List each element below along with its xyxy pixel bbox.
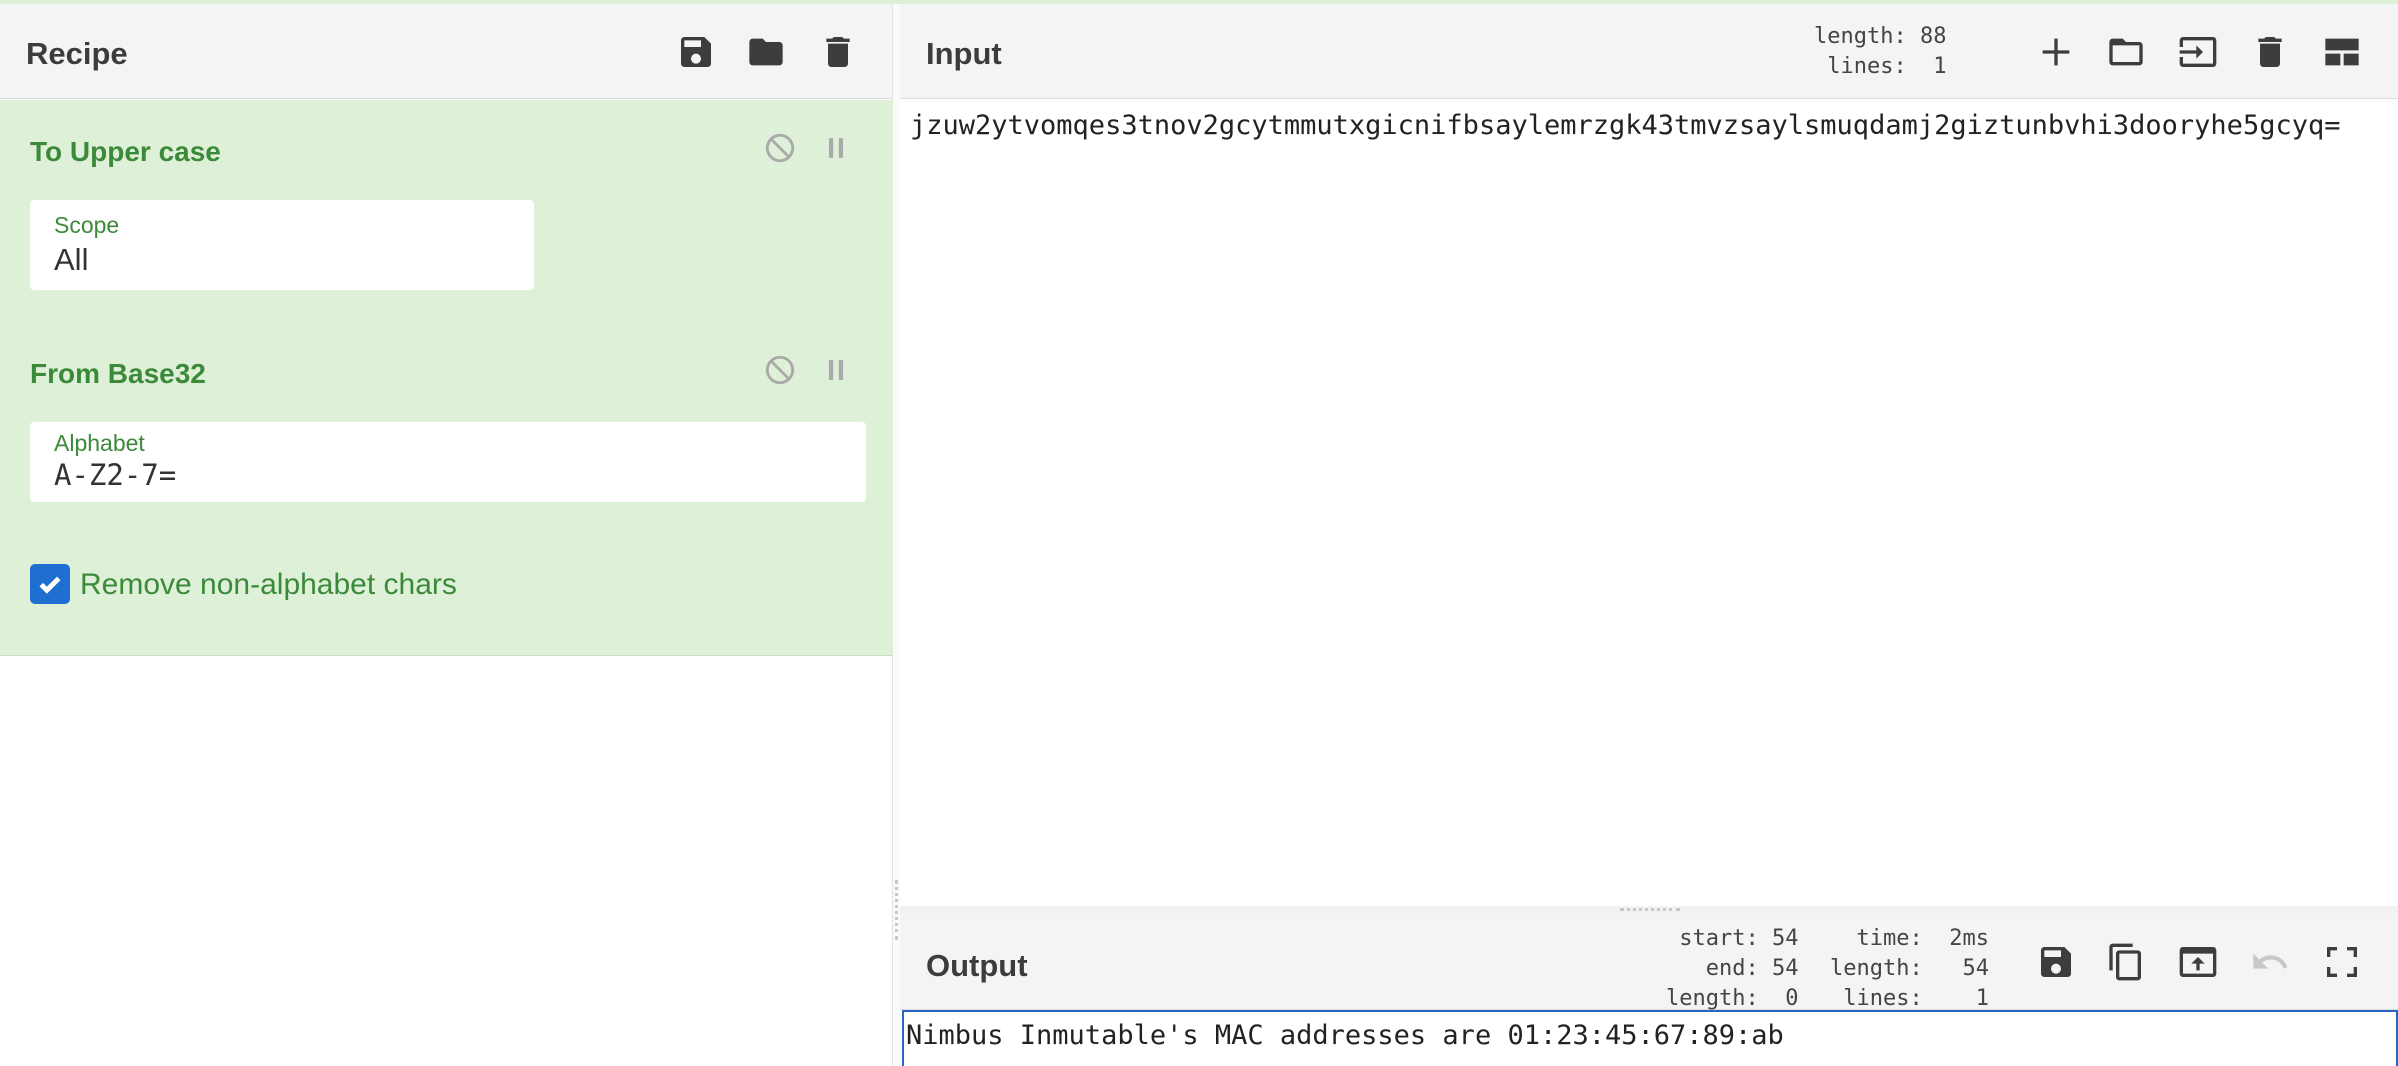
- input-panel: Input length: 88 lines: 1 jzuw2ytvomqes3…: [900, 4, 2398, 906]
- maximize-output-button[interactable]: [2316, 936, 2368, 988]
- output-position-stats: start: 54 end: 54 length: 0: [1666, 926, 1799, 1011]
- trash-icon: [826, 37, 850, 67]
- folder-icon: [749, 38, 783, 66]
- remove-non-alphabet-label[interactable]: Remove non-alphabet chars: [80, 568, 457, 602]
- disable-icon: [765, 355, 795, 385]
- layout-icon: [2325, 38, 2359, 66]
- output-info-stats: time: 2ms length: 54 lines: 1: [1830, 926, 1989, 1011]
- input-textarea[interactable]: jzuw2ytvomqes3tnov2gcytmmutxgicnifbsayle…: [910, 110, 2340, 141]
- alphabet-value: A-Z2-7=: [54, 458, 177, 492]
- save-icon: [681, 37, 711, 67]
- output-title: Output: [926, 948, 1028, 983]
- pause-icon: [828, 138, 844, 158]
- upload-icon: [2179, 947, 2217, 977]
- disable-icon: [765, 133, 795, 163]
- input-stats: length: 88 lines: 1: [1814, 24, 1947, 79]
- folder-open-icon: [2109, 38, 2143, 66]
- alphabet-field[interactable]: Alphabet A-Z2-7=: [30, 422, 866, 502]
- disable-operation-button[interactable]: [758, 348, 802, 392]
- replace-input-button[interactable]: [2172, 936, 2224, 988]
- scope-field[interactable]: Scope All: [30, 200, 534, 290]
- output-textarea[interactable]: Nimbus Inmutable's MAC addresses are 01:…: [902, 1010, 2398, 1066]
- load-input-button[interactable]: [2172, 26, 2224, 78]
- scope-label: Scope: [54, 212, 120, 238]
- save-output-button[interactable]: [2030, 936, 2082, 988]
- save-recipe-button[interactable]: [670, 26, 722, 78]
- horizontal-splitter-handle[interactable]: [1620, 908, 1680, 911]
- reset-layout-button[interactable]: [2316, 26, 2368, 78]
- pause-icon: [828, 360, 844, 380]
- operation-title: To Upper case: [30, 136, 221, 167]
- undo-button[interactable]: [2244, 936, 2296, 988]
- input-arrow-icon: [2179, 37, 2217, 67]
- breakpoint-button[interactable]: [814, 348, 858, 392]
- remove-non-alphabet-checkbox[interactable]: [30, 564, 70, 604]
- input-title: Input: [926, 36, 1002, 71]
- trash-icon: [2258, 37, 2282, 67]
- copy-icon: [2109, 943, 2141, 981]
- operation-from-base32[interactable]: From Base32 Alphabet A-Z2-7= Remove non-…: [0, 322, 893, 656]
- open-file-button[interactable]: [2100, 26, 2152, 78]
- operation-to-upper-case[interactable]: To Upper case Scope All: [0, 100, 893, 326]
- copy-output-button[interactable]: [2100, 936, 2152, 988]
- alphabet-label: Alphabet: [54, 430, 145, 456]
- input-header: Input length: 88 lines: 1: [900, 4, 2398, 99]
- checkmark-icon: [39, 576, 61, 594]
- plus-icon: [2042, 38, 2070, 66]
- breakpoint-button[interactable]: [814, 126, 858, 170]
- undo-icon: [2253, 953, 2288, 969]
- fullscreen-icon: [2327, 947, 2357, 977]
- output-text: Nimbus Inmutable's MAC addresses are 01:…: [906, 1020, 1784, 1051]
- save-icon: [2041, 947, 2071, 977]
- output-header: Output start: 54 end: 54 length: 0 time:…: [900, 914, 2398, 1011]
- disable-operation-button[interactable]: [758, 126, 802, 170]
- clear-input-button[interactable]: [2244, 26, 2296, 78]
- vertical-splitter-handle[interactable]: [895, 880, 898, 940]
- load-recipe-button[interactable]: [740, 26, 792, 78]
- recipe-title: Recipe: [26, 36, 128, 71]
- operation-title: From Base32: [30, 358, 206, 389]
- recipe-panel: Recipe To Upper case Scope All From Base…: [0, 4, 893, 1066]
- clear-recipe-button[interactable]: [812, 26, 864, 78]
- add-input-tab-button[interactable]: [2030, 26, 2082, 78]
- scope-value: All: [54, 242, 89, 277]
- recipe-header: Recipe: [0, 4, 892, 99]
- output-panel: Output start: 54 end: 54 length: 0 time:…: [900, 914, 2398, 1066]
